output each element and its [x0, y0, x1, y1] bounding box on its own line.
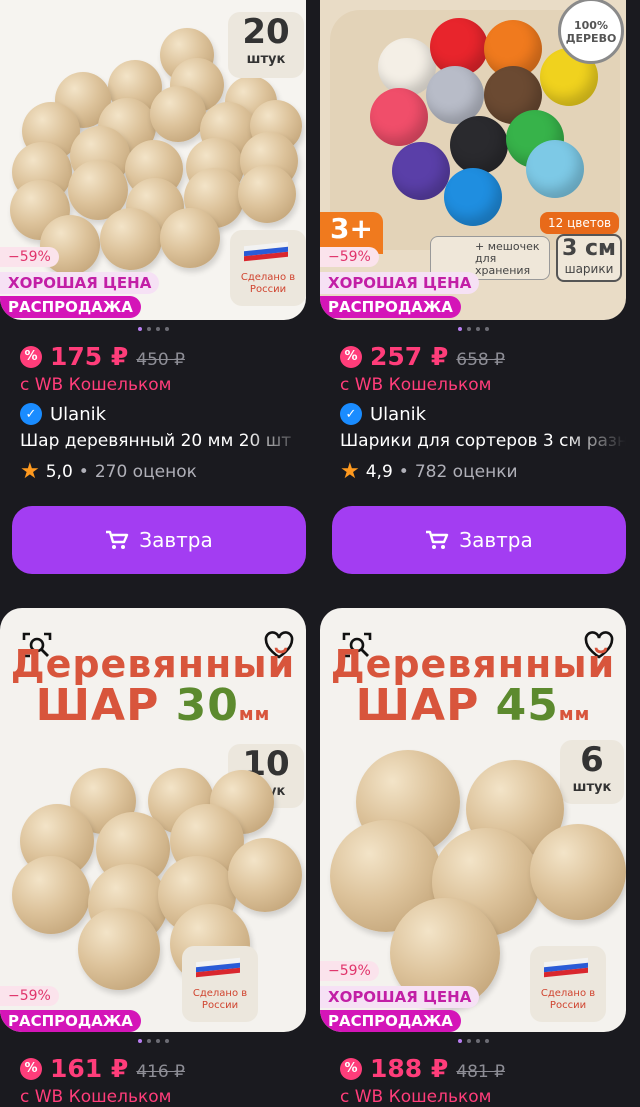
sale-badge: РАСПРОДАЖА — [0, 1010, 141, 1032]
colored-ball-illustration — [370, 88, 428, 146]
image-headline-size: ШАР 45мм — [355, 680, 591, 731]
size-badge: 3 см шарики — [556, 234, 622, 282]
price: 257 ₽ — [370, 342, 449, 371]
wooden-ball-illustration — [238, 165, 296, 223]
price-row: % 257 ₽ 658 ₽ — [320, 342, 626, 371]
brand-name: Ulanik — [370, 403, 427, 425]
add-to-cart-button[interactable]: Завтра — [332, 506, 626, 574]
discount-badge: −59% — [320, 247, 379, 267]
discount-badge: −59% — [0, 986, 59, 1006]
wooden-ball-illustration — [78, 908, 160, 990]
product-image[interactable]: 20 штук Сделано в России −59% ХОРОШАЯ ЦЕ… — [0, 0, 306, 320]
brand-name: Ulanik — [50, 403, 107, 425]
old-price: 416 ₽ — [136, 1062, 185, 1082]
image-pager — [320, 1032, 626, 1050]
colored-ball-illustration — [392, 142, 450, 200]
cart-icon — [106, 530, 129, 549]
star-icon: ★ — [20, 459, 40, 484]
rating: ★ 4,9 • 782 оценки — [340, 459, 518, 484]
colored-ball-illustration — [444, 168, 502, 226]
made-in-russia-badge: Сделано в России — [230, 230, 306, 306]
made-in-russia-badge: Сделано в России — [530, 946, 606, 1022]
price: 161 ₽ — [50, 1054, 129, 1083]
wood-stamp: 100% ДЕРЕВО — [558, 0, 624, 64]
sale-badge: РАСПРОДАЖА — [320, 1010, 461, 1032]
wooden-ball-illustration — [228, 838, 302, 912]
good-price-badge: ХОРОШАЯ ЦЕНА — [320, 272, 480, 294]
wooden-ball-illustration — [160, 208, 220, 268]
wooden-ball-illustration — [100, 208, 162, 270]
price-row: % 188 ₽ 481 ₽ — [320, 1054, 626, 1083]
wooden-ball-illustration — [12, 856, 90, 934]
colored-ball-illustration — [450, 116, 508, 174]
brand[interactable]: ✓ Ulanik — [0, 403, 306, 425]
russia-flag-icon — [544, 957, 588, 978]
colors-badge: 12 цветов — [540, 212, 620, 234]
wooden-ball-illustration — [150, 86, 206, 142]
verified-check-icon: ✓ — [20, 403, 42, 425]
wooden-ball-illustration — [530, 824, 626, 920]
image-headline-size: ШАР 30мм — [35, 680, 271, 731]
product-card[interactable]: 100% ДЕРЕВО 3+ 12 цветов + мешочек для х… — [320, 0, 626, 574]
price-row: % 175 ₽ 450 ₽ — [0, 342, 306, 371]
russia-flag-icon — [244, 241, 288, 262]
discount-badge: −59% — [0, 247, 59, 267]
product-card[interactable]: Деревянный ШАР 45мм 6 штук Сделано в Рос… — [320, 608, 626, 1107]
rating: ★ 5,0 • 270 оценок — [20, 459, 197, 484]
sale-badge: РАСПРОДАЖА — [320, 296, 461, 318]
product-title[interactable]: Шарики для сортеров 3 см разноцветные — [320, 431, 626, 451]
sale-badge: РАСПРОДАЖА — [0, 296, 141, 318]
image-pager — [320, 320, 626, 338]
percent-badge-icon: % — [20, 1057, 42, 1080]
colored-ball-illustration — [526, 140, 584, 198]
percent-badge-icon: % — [340, 1057, 362, 1080]
percent-badge-icon: % — [20, 345, 42, 368]
old-price: 450 ₽ — [136, 350, 185, 370]
made-in-russia-badge: Сделано в России — [182, 946, 258, 1022]
rating-value: 5,0 — [45, 461, 73, 482]
old-price: 481 ₽ — [456, 1062, 505, 1082]
image-pager — [0, 1032, 306, 1050]
product-card[interactable]: Деревянный ШАР 30мм 10 штук Сделано в Ро… — [0, 608, 306, 1107]
brand[interactable]: ✓ Ulanik — [320, 403, 626, 425]
count-badge: 20 штук — [228, 12, 304, 78]
star-icon: ★ — [340, 459, 360, 484]
rating-value: 4,9 — [365, 461, 393, 482]
count-badge: 6 штук — [560, 740, 624, 804]
product-image[interactable]: Деревянный ШАР 45мм 6 штук Сделано в Рос… — [320, 608, 626, 1032]
product-image[interactable]: Деревянный ШАР 30мм 10 штук Сделано в Ро… — [0, 608, 306, 1032]
reviews-count: 270 оценок — [94, 461, 197, 482]
wallet-note: с WB Кошельком — [340, 375, 492, 395]
good-price-badge: ХОРОШАЯ ЦЕНА — [0, 272, 160, 294]
reviews-count: 782 оценки — [414, 461, 518, 482]
old-price: 658 ₽ — [456, 350, 505, 370]
discount-badge: −59% — [320, 961, 379, 981]
product-title[interactable]: Шар деревянный 20 мм 20 шт — [0, 431, 306, 451]
price: 188 ₽ — [370, 1054, 449, 1083]
image-pager — [0, 320, 306, 338]
verified-check-icon: ✓ — [340, 403, 362, 425]
wallet-note: с WB Кошельком — [340, 1087, 492, 1107]
price: 175 ₽ — [50, 342, 129, 371]
product-card[interactable]: 20 штук Сделано в России −59% ХОРОШАЯ ЦЕ… — [0, 0, 306, 574]
price-row: % 161 ₽ 416 ₽ — [0, 1054, 306, 1083]
wallet-note: с WB Кошельком — [20, 375, 172, 395]
cart-icon — [426, 530, 449, 549]
add-to-cart-button[interactable]: Завтра — [12, 506, 306, 574]
russia-flag-icon — [196, 957, 240, 978]
good-price-badge: ХОРОШАЯ ЦЕНА — [320, 986, 480, 1008]
percent-badge-icon: % — [340, 345, 362, 368]
wallet-note: с WB Кошельком — [20, 1087, 172, 1107]
product-image[interactable]: 100% ДЕРЕВО 3+ 12 цветов + мешочек для х… — [320, 0, 626, 320]
